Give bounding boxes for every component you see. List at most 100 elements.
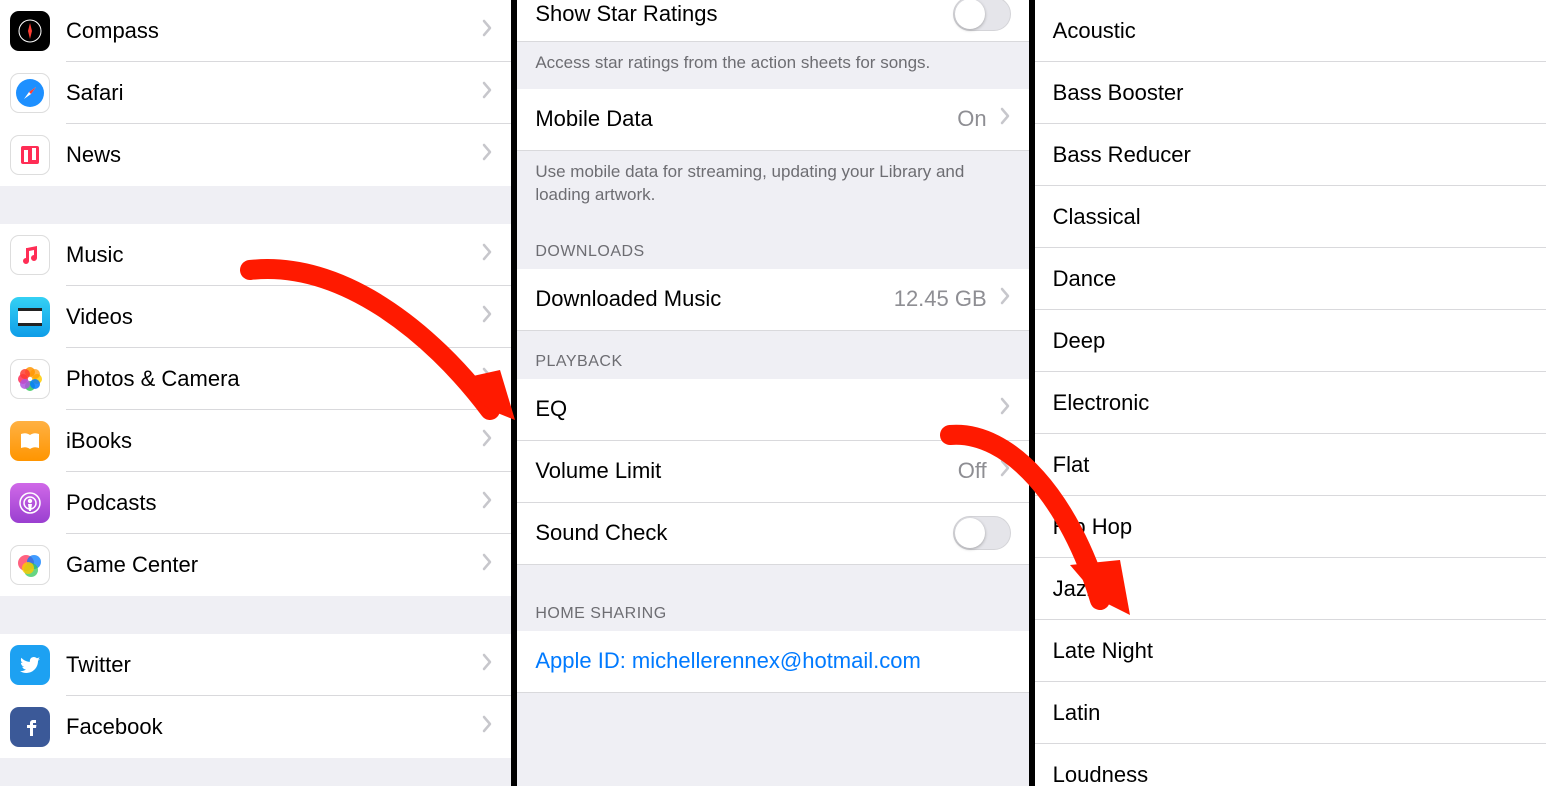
- eq-option-deep[interactable]: Deep: [1035, 310, 1546, 372]
- eq-option-late-night[interactable]: Late Night: [1035, 620, 1546, 682]
- row-value: 12.45 GB: [894, 286, 987, 312]
- settings-row-news[interactable]: News: [0, 124, 511, 186]
- downloaded-music-row[interactable]: Downloaded Music 12.45 GB: [517, 269, 1028, 331]
- settings-row-gamecenter[interactable]: Game Center: [0, 534, 511, 596]
- chevron-right-icon: [481, 553, 493, 577]
- eq-option-bass-booster[interactable]: Bass Booster: [1035, 62, 1546, 124]
- eq-option-hip-hop[interactable]: Hip Hop: [1035, 496, 1546, 558]
- playback-header: PLAYBACK: [517, 331, 1028, 379]
- eq-option-label: Latin: [1053, 700, 1528, 726]
- volume-limit-row[interactable]: Volume Limit Off: [517, 441, 1028, 503]
- chevron-right-icon: [999, 459, 1011, 483]
- row-label: Podcasts: [66, 490, 475, 516]
- row-label: Safari: [66, 80, 475, 106]
- settings-row-photos[interactable]: Photos & Camera: [0, 348, 511, 410]
- compass-icon: [10, 11, 50, 51]
- eq-option-classical[interactable]: Classical: [1035, 186, 1546, 248]
- settings-row-podcasts[interactable]: Podcasts: [0, 472, 511, 534]
- settings-row-twitter[interactable]: Twitter: [0, 634, 511, 696]
- eq-option-flat[interactable]: Flat: [1035, 434, 1546, 496]
- row-label: Facebook: [66, 714, 475, 740]
- settings-list-panel: Compass Safari News Music: [0, 0, 517, 786]
- eq-option-bass-reducer[interactable]: Bass Reducer: [1035, 124, 1546, 186]
- row-label: Mobile Data: [535, 106, 957, 132]
- chevron-right-icon: [481, 143, 493, 167]
- eq-option-label: Classical: [1053, 204, 1528, 230]
- chevron-right-icon: [481, 243, 493, 267]
- chevron-right-icon: [481, 491, 493, 515]
- chevron-right-icon: [481, 653, 493, 677]
- eq-option-label: Jazz: [1053, 576, 1528, 602]
- home-sharing-header: HOME SHARING: [517, 565, 1028, 631]
- eq-option-label: Hip Hop: [1053, 514, 1528, 540]
- settings-row-compass[interactable]: Compass: [0, 0, 511, 62]
- sound-check-toggle[interactable]: [953, 516, 1011, 550]
- gamecenter-icon: [10, 545, 50, 585]
- facebook-icon: [10, 707, 50, 747]
- row-label: Volume Limit: [535, 458, 957, 484]
- eq-option-label: Acoustic: [1053, 18, 1528, 44]
- eq-option-acoustic[interactable]: Acoustic: [1035, 0, 1546, 62]
- eq-option-label: Bass Booster: [1053, 80, 1528, 106]
- sound-check-row[interactable]: Sound Check: [517, 503, 1028, 565]
- music-settings-panel: Show Star Ratings Access star ratings fr…: [517, 0, 1034, 786]
- section-gap: [0, 596, 511, 634]
- eq-option-label: Loudness: [1053, 762, 1528, 786]
- chevron-right-icon: [481, 19, 493, 43]
- row-label: Twitter: [66, 652, 475, 678]
- section-gap: [0, 186, 511, 224]
- downloads-header: DOWNLOADS: [517, 221, 1028, 269]
- apple-id-row[interactable]: Apple ID: michellerennex@hotmail.com: [517, 631, 1028, 693]
- ibooks-icon: [10, 421, 50, 461]
- eq-option-latin[interactable]: Latin: [1035, 682, 1546, 744]
- music-icon: [10, 235, 50, 275]
- chevron-right-icon: [999, 287, 1011, 311]
- row-label: iBooks: [66, 428, 475, 454]
- row-label: Photos & Camera: [66, 366, 475, 392]
- podcasts-icon: [10, 483, 50, 523]
- settings-row-music[interactable]: Music: [0, 224, 511, 286]
- eq-option-electronic[interactable]: Electronic: [1035, 372, 1546, 434]
- eq-options-panel: Acoustic Bass Booster Bass Reducer Classica…: [1035, 0, 1546, 786]
- mobile-data-row[interactable]: Mobile Data On: [517, 89, 1028, 151]
- safari-icon: [10, 73, 50, 113]
- eq-option-loudness[interactable]: Loudness: [1035, 744, 1546, 786]
- news-icon: [10, 135, 50, 175]
- row-label: Downloaded Music: [535, 286, 893, 312]
- show-star-ratings-toggle[interactable]: [953, 0, 1011, 31]
- eq-row[interactable]: EQ: [517, 379, 1028, 441]
- chevron-right-icon: [999, 397, 1011, 421]
- chevron-right-icon: [481, 367, 493, 391]
- eq-option-label: Flat: [1053, 452, 1528, 478]
- row-label: EQ: [535, 396, 992, 422]
- row-label: Videos: [66, 304, 475, 330]
- settings-row-ibooks[interactable]: iBooks: [0, 410, 511, 472]
- row-label: Game Center: [66, 552, 475, 578]
- settings-row-videos[interactable]: Videos: [0, 286, 511, 348]
- chevron-right-icon: [481, 715, 493, 739]
- star-ratings-footer: Access star ratings from the action shee…: [517, 42, 1028, 89]
- row-label: News: [66, 142, 475, 168]
- row-label: Compass: [66, 18, 475, 44]
- mobile-data-footer: Use mobile data for streaming, updating …: [517, 151, 1028, 221]
- row-label: Show Star Ratings: [535, 1, 952, 27]
- videos-icon: [10, 297, 50, 337]
- apple-id-label: Apple ID: michellerennex@hotmail.com: [535, 648, 1010, 674]
- chevron-right-icon: [481, 81, 493, 105]
- twitter-icon: [10, 645, 50, 685]
- settings-row-safari[interactable]: Safari: [0, 62, 511, 124]
- row-value: On: [957, 106, 986, 132]
- eq-option-label: Electronic: [1053, 390, 1528, 416]
- eq-option-dance[interactable]: Dance: [1035, 248, 1546, 310]
- eq-option-jazz[interactable]: Jazz: [1035, 558, 1546, 620]
- eq-option-label: Dance: [1053, 266, 1528, 292]
- settings-row-facebook[interactable]: Facebook: [0, 696, 511, 758]
- photos-icon: [10, 359, 50, 399]
- eq-option-label: Bass Reducer: [1053, 142, 1528, 168]
- row-label: Music: [66, 242, 475, 268]
- eq-option-label: Deep: [1053, 328, 1528, 354]
- chevron-right-icon: [999, 107, 1011, 131]
- row-value: Off: [958, 458, 987, 484]
- row-label: Sound Check: [535, 520, 952, 546]
- show-star-ratings-row[interactable]: Show Star Ratings: [517, 0, 1028, 42]
